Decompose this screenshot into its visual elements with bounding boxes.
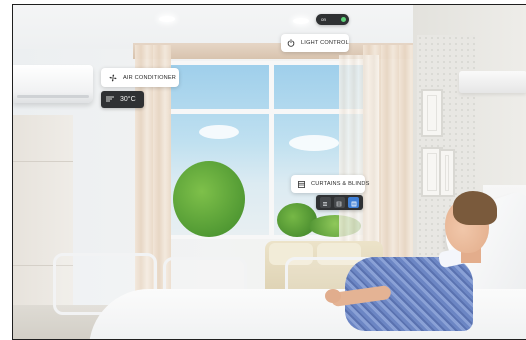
blind-open-icon <box>351 194 357 212</box>
smart-room-scene: on LIGHT CONTROL AIR CONDITIONER 30°C CU… <box>12 4 526 340</box>
temperature-icon <box>106 96 114 104</box>
cloud <box>289 135 339 151</box>
curtain-icon <box>298 180 305 188</box>
light-status-indicator <box>341 17 346 22</box>
window-mullion <box>269 65 274 235</box>
temperature-display[interactable]: 30°C <box>101 91 144 108</box>
light-toggle-label: on <box>321 17 327 22</box>
blind-control-group <box>316 195 363 210</box>
blind-close-button[interactable] <box>319 197 331 208</box>
fan-icon <box>109 74 117 82</box>
blind-half-icon <box>336 194 342 212</box>
light-control-label: LIGHT CONTROL <box>301 40 349 46</box>
wall-picture <box>421 89 443 137</box>
air-conditioner-label: AIR CONDITIONER <box>123 74 177 81</box>
light-control-button[interactable]: LIGHT CONTROL <box>281 34 349 52</box>
power-icon <box>287 39 295 47</box>
cabinet-divider <box>13 161 73 162</box>
blind-close-icon <box>322 194 328 212</box>
patient-hand <box>325 289 341 303</box>
blind-half-button[interactable] <box>333 197 345 208</box>
curtains-blinds-button[interactable]: CURTAINS & BLINDS <box>291 175 369 193</box>
wall-lamp <box>459 71 526 93</box>
wall-picture <box>439 149 455 197</box>
light-toggle[interactable]: on <box>316 14 349 25</box>
cloud <box>199 125 239 139</box>
hospital-room-background <box>13 5 526 339</box>
air-conditioner-button[interactable]: AIR CONDITIONER <box>101 68 179 87</box>
curtains-blinds-label: CURTAINS & BLINDS <box>311 181 370 187</box>
temperature-value: 30°C <box>120 96 136 103</box>
air-conditioner-unit <box>13 65 93 103</box>
ceiling-light <box>159 16 175 22</box>
patient-hair <box>453 191 497 225</box>
blind-open-button[interactable] <box>348 197 360 208</box>
ac-vent <box>17 95 89 98</box>
ceiling-light <box>293 18 309 24</box>
tree <box>173 161 245 237</box>
